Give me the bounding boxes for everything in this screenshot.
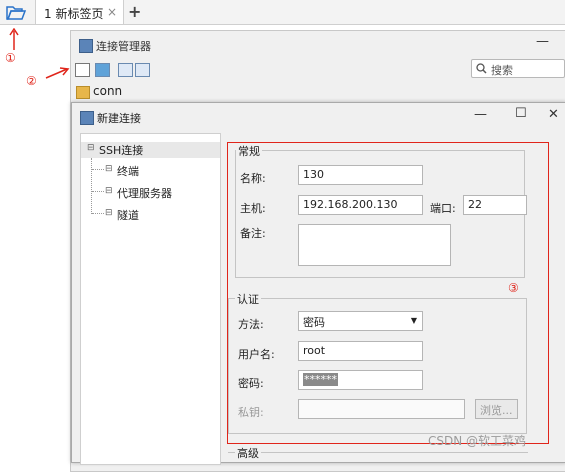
dialog-title: 新建连接: [97, 112, 141, 125]
new-folder-icon[interactable]: [95, 63, 110, 77]
tree-item-tunnel[interactable]: 隧道: [117, 207, 139, 223]
tab-label: 1 新标签页: [44, 7, 104, 21]
annotation-1: ①: [5, 51, 16, 65]
tree-line: [92, 191, 104, 192]
tree-item-ssh[interactable]: SSH连接: [99, 142, 143, 158]
advanced-group-label: 高级: [235, 445, 261, 461]
search-placeholder: 搜索: [491, 64, 513, 77]
search-icon: [476, 63, 487, 74]
collapse-icon[interactable]: [118, 63, 133, 77]
app-icon: [79, 39, 93, 53]
annotation-2: ②: [26, 74, 37, 88]
watermark: CSDN @软工菜鸡: [428, 434, 527, 448]
manager-title: 连接管理器: [96, 40, 151, 53]
new-connection-icon[interactable]: [75, 63, 90, 77]
settings-tree: ⊟ SSH连接 ⊟ 终端 ⊟ 代理服务器 ⊟ 隧道: [80, 133, 221, 465]
dialog-maximize-button[interactable]: ☐: [515, 106, 527, 121]
tree-line: [91, 158, 93, 214]
tab-bar: 1 新标签页 × +: [0, 0, 565, 25]
tree-line: [92, 169, 104, 170]
dialog-close-button[interactable]: ✕: [548, 107, 559, 122]
manager-minimize-button[interactable]: —: [536, 34, 549, 49]
tree-item-conn[interactable]: conn: [93, 84, 122, 98]
collapse-icon[interactable]: ⊟: [105, 164, 113, 174]
dialog-minimize-button[interactable]: —: [474, 107, 487, 122]
tree-item-terminal[interactable]: 终端: [117, 163, 139, 179]
search-input[interactable]: 搜索: [471, 59, 565, 78]
arrow-right-icon: [45, 67, 70, 79]
tab-close-icon[interactable]: ×: [107, 5, 117, 19]
open-folder-icon[interactable]: [6, 5, 26, 20]
collapse-icon[interactable]: ⊟: [105, 208, 113, 218]
tab-new[interactable]: 1 新标签页 ×: [35, 0, 124, 24]
highlight-box: [227, 142, 549, 444]
tree-item-proxy[interactable]: 代理服务器: [117, 185, 172, 201]
advanced-group: [228, 452, 528, 453]
collapse-icon[interactable]: ⊟: [105, 186, 113, 196]
new-connection-dialog: 新建连接 — ☐ ✕ ⊟ SSH连接 ⊟ 终端 ⊟ 代理服务器 ⊟ 隧道 常规 …: [71, 102, 565, 465]
add-tab-icon[interactable]: +: [128, 2, 141, 21]
expand-icon[interactable]: [135, 63, 150, 77]
arrow-up-icon: [9, 28, 19, 50]
collapse-icon[interactable]: ⊟: [87, 143, 95, 153]
tree-line: [92, 213, 104, 214]
dialog-app-icon: [80, 111, 94, 125]
folder-icon: [76, 86, 90, 99]
